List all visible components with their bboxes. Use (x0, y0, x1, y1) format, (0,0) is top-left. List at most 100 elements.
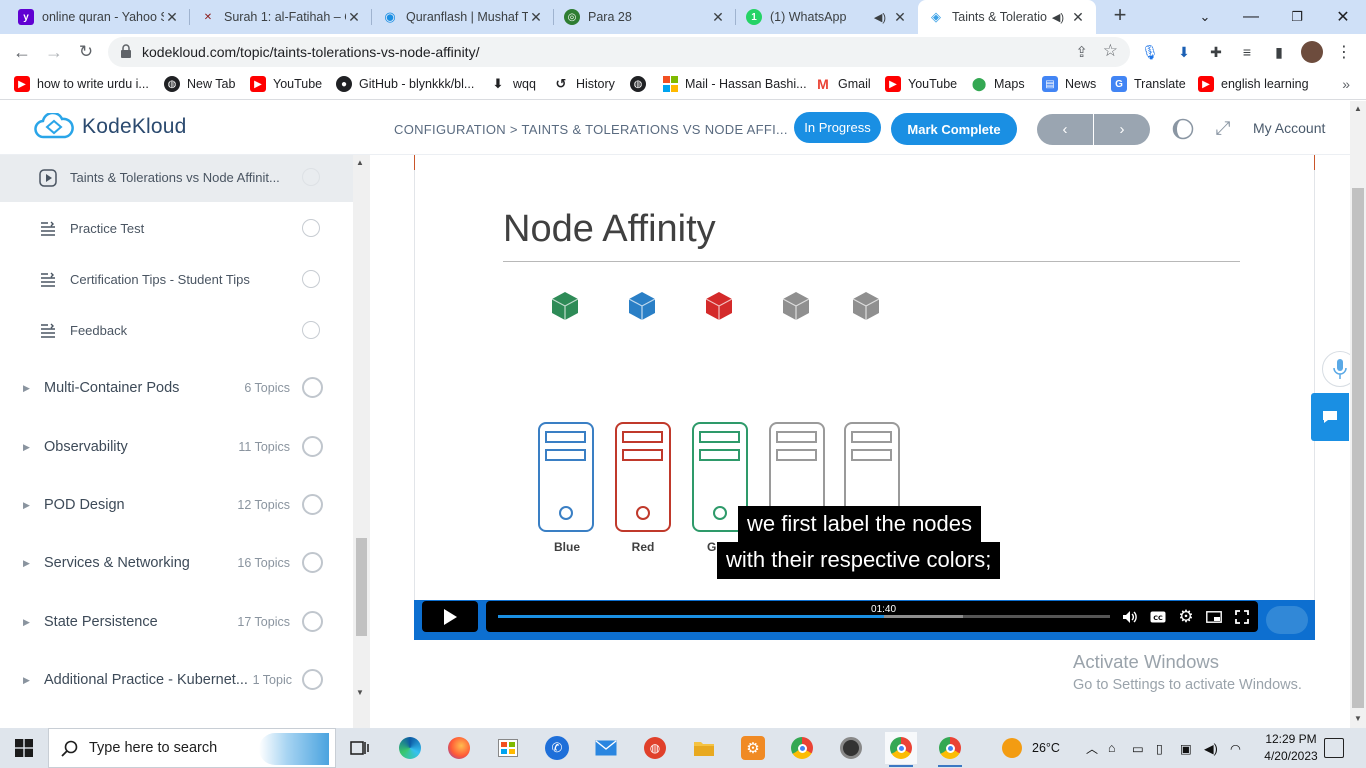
page-scroll-thumb[interactable] (1352, 188, 1364, 708)
bookmark-item[interactable]: ⬇ wqq (490, 76, 536, 92)
close-tab-icon[interactable]: ✕ (164, 9, 180, 26)
bookmark-item[interactable]: Mail - Hassan Bashi... (662, 76, 807, 92)
seek-bar[interactable]: 01:40 (498, 604, 1110, 618)
fullscreen-icon[interactable]: ⤢ (1211, 117, 1235, 141)
section-item[interactable]: ▶ Multi-Container Pods 6 Topics (0, 364, 353, 412)
bookmark-item[interactable]: ◍ (630, 76, 653, 92)
tab-search-icon[interactable]: ⌄ (1182, 0, 1228, 34)
browser-tab-active[interactable]: ◈ Taints & Toleratio ◀) ✕ (918, 0, 1096, 34)
chrome-menu-icon[interactable]: ⋮ (1335, 43, 1353, 61)
close-tab-icon[interactable]: ✕ (528, 9, 544, 26)
close-tab-icon[interactable]: ✕ (892, 9, 908, 26)
section-item[interactable]: ▶ Observability 11 Topics (0, 423, 353, 471)
expand-triangle-icon[interactable]: ▶ (23, 558, 30, 569)
network-sharing-icon[interactable]: ⌂ (1108, 728, 1116, 768)
expand-triangle-icon[interactable]: ▶ (23, 442, 30, 453)
extensions-puzzle-icon[interactable]: ✚ (1207, 43, 1225, 61)
section-item[interactable]: ▶ State Persistence 17 Topics (0, 598, 353, 646)
taskbar-search-box[interactable]: Type here to search (48, 728, 336, 768)
settings-gear-icon[interactable]: ⚙ (1176, 607, 1196, 627)
task-view-icon[interactable] (344, 732, 376, 764)
chrome-icon[interactable] (786, 732, 818, 764)
chrome-profile-icon[interactable] (934, 732, 966, 767)
camera-app-icon[interactable] (835, 732, 867, 764)
bookmark-item[interactable]: M Gmail (815, 76, 871, 92)
bookmark-item[interactable]: ● GitHub - blynkkk/bl... (336, 76, 474, 92)
download-extension-icon[interactable]: ⬇ (1175, 43, 1193, 61)
picture-in-picture-icon[interactable] (1204, 607, 1224, 627)
bookmark-item[interactable]: ↺ History (553, 76, 615, 92)
scroll-up-arrow-icon[interactable]: ▲ (356, 158, 364, 167)
share-icon[interactable]: ⇪ (1075, 43, 1088, 61)
fullscreen-video-icon[interactable] (1232, 607, 1252, 627)
volume-tray-icon[interactable]: ◀) (1204, 728, 1218, 768)
next-lesson-button[interactable]: › (1094, 114, 1150, 145)
display-icon[interactable]: ▣ (1180, 728, 1192, 768)
more-bookmarks-icon[interactable]: » (1342, 76, 1350, 92)
chat-button[interactable] (1311, 393, 1349, 441)
device-icon[interactable]: ▯ (1156, 728, 1163, 768)
side-panel-icon[interactable]: ▮ (1270, 43, 1288, 61)
phone-app-icon[interactable]: ✆ (541, 732, 573, 764)
antivirus-icon[interactable]: ◍ (639, 732, 671, 764)
file-explorer-icon[interactable] (688, 732, 720, 764)
firefox-icon[interactable] (443, 732, 475, 764)
minimize-icon[interactable]: — (1228, 0, 1274, 34)
expand-triangle-icon[interactable]: ▶ (23, 383, 30, 394)
mail-icon[interactable] (590, 732, 622, 764)
previous-lesson-button[interactable]: ‹ (1037, 114, 1093, 145)
bookmark-item[interactable]: ◍ New Tab (164, 76, 235, 92)
sidebar-scroll-thumb[interactable] (356, 538, 367, 636)
bookmark-star-icon[interactable]: ☆ (1103, 41, 1118, 61)
forward-icon[interactable]: → (41, 40, 67, 64)
captions-icon[interactable]: CC (1148, 607, 1168, 627)
microphone-extension-icon[interactable]: 🎙 (1141, 43, 1159, 61)
dark-mode-icon[interactable] (1171, 117, 1195, 141)
scroll-up-arrow-icon[interactable]: ▲ (1354, 104, 1362, 113)
expand-triangle-icon[interactable]: ▶ (23, 617, 30, 628)
bookmark-item[interactable]: ▶ YouTube (885, 76, 957, 92)
volume-icon[interactable] (1120, 607, 1140, 627)
bookmark-item[interactable]: ▶ YouTube (250, 76, 322, 92)
lesson-item[interactable]: Practice Test (0, 207, 353, 251)
back-icon[interactable]: ← (9, 40, 35, 64)
bookmark-item[interactable]: ⬤ Maps (971, 76, 1025, 92)
my-account-link[interactable]: My Account (1253, 120, 1325, 136)
browser-tab[interactable]: ◎ Para 28 ✕ (554, 0, 736, 34)
restore-icon[interactable]: ❐ (1274, 0, 1320, 34)
close-window-icon[interactable]: ✕ (1320, 0, 1366, 34)
section-item[interactable]: ▶ Services & Networking 16 Topics (0, 539, 353, 587)
bookmark-item[interactable]: ▶ how to write urdu i... (14, 76, 149, 92)
close-tab-icon[interactable]: ✕ (346, 9, 362, 26)
kodekloud-logo[interactable]: KodeKloud (34, 113, 187, 141)
chrome-active-window-icon[interactable] (885, 732, 917, 767)
browser-tab[interactable]: 1 (1) WhatsApp ◀) ✕ (736, 0, 918, 34)
expand-triangle-icon[interactable]: ▶ (23, 500, 30, 511)
scroll-down-arrow-icon[interactable]: ▼ (356, 688, 364, 697)
expand-triangle-icon[interactable]: ▶ (23, 675, 30, 686)
start-button[interactable] (0, 728, 48, 768)
system-clock[interactable]: 12:29 PM 4/20/2023 (1260, 731, 1322, 765)
new-tab-icon[interactable]: + (1108, 4, 1132, 28)
wifi-icon[interactable]: ◠ (1230, 728, 1241, 768)
section-item[interactable]: ▶ POD Design 12 Topics (0, 481, 353, 529)
mark-complete-button[interactable]: Mark Complete (891, 113, 1017, 145)
lesson-item-active[interactable]: Taints & Tolerations vs Node Affinit... (0, 155, 353, 202)
speaker-icon[interactable]: ◀) (874, 11, 886, 24)
bookmark-item[interactable]: G Translate (1111, 76, 1186, 92)
lesson-item[interactable]: Certification Tips - Student Tips (0, 258, 353, 302)
speaker-icon[interactable]: ◀) (1052, 11, 1064, 24)
settings-app-icon[interactable]: ⚙ (737, 732, 769, 764)
browser-tab[interactable]: ✕ Surah 1: al-Fatihah – Q ✕ (190, 0, 372, 34)
section-item[interactable]: ▶ Additional Practice - Kubernet... 1 To… (0, 656, 353, 704)
store-icon[interactable] (492, 732, 524, 764)
bookmark-item[interactable]: ▤ News (1042, 76, 1096, 92)
reading-list-icon[interactable]: ≡ (1238, 43, 1256, 61)
notification-center-icon[interactable] (1324, 738, 1344, 758)
address-bar[interactable]: kodekloud.com/topic/taints-tolerations-v… (108, 37, 1130, 67)
lesson-item[interactable]: Feedback (0, 309, 353, 353)
reload-icon[interactable]: ↻ (73, 40, 99, 64)
sidebar-scrollbar[interactable]: ▲ ▼ (353, 155, 370, 728)
play-button[interactable] (422, 601, 478, 632)
edge-browser-icon[interactable] (394, 732, 426, 764)
